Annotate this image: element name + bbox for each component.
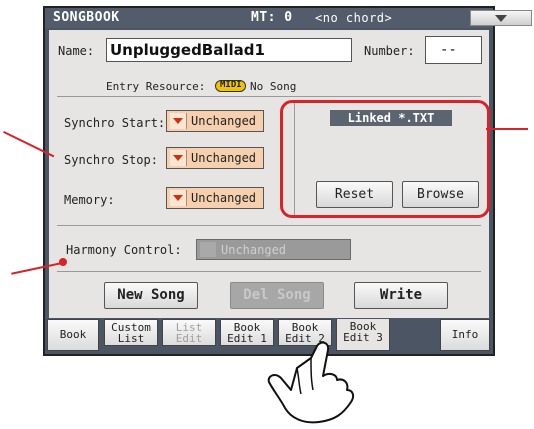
tab-book[interactable]: Book bbox=[47, 319, 99, 351]
number-label: Number: bbox=[364, 44, 415, 58]
chord-display: <no chord> bbox=[315, 11, 393, 25]
del-song-button[interactable]: Del Song bbox=[230, 282, 324, 309]
title-bar: SONGBOOK MT: 0 <no chord> bbox=[45, 8, 532, 28]
number-value: -- bbox=[440, 42, 457, 58]
dropdown-arrow-icon bbox=[170, 190, 187, 206]
divider bbox=[57, 225, 481, 226]
name-label: Name: bbox=[58, 44, 95, 58]
memory-label: Memory: bbox=[64, 193, 115, 207]
dropdown-arrow-icon bbox=[170, 150, 187, 166]
pointing-hand-icon bbox=[267, 341, 355, 424]
entry-resource-label: Entry Resource: bbox=[106, 80, 206, 93]
midi-badge: MIDI bbox=[215, 80, 246, 92]
synchro-stop-label: Synchro Stop: bbox=[64, 153, 158, 167]
dropdown-arrow-icon bbox=[170, 113, 187, 129]
tab-custom-list[interactable]: Custom List bbox=[104, 319, 158, 346]
reset-button[interactable]: Reset bbox=[316, 181, 393, 208]
callout-line bbox=[486, 128, 528, 130]
name-field[interactable]: UnpluggedBallad1 bbox=[106, 38, 352, 62]
page-menu-button[interactable] bbox=[470, 10, 532, 26]
memory-dropdown[interactable]: Unchanged bbox=[166, 187, 264, 209]
entry-resource-value: No Song bbox=[250, 80, 297, 93]
harmony-control-label: Harmony Control: bbox=[66, 243, 182, 257]
write-button[interactable]: Write bbox=[354, 282, 448, 309]
tab-info[interactable]: Info bbox=[440, 319, 490, 351]
master-transpose: MT: 0 bbox=[251, 10, 293, 25]
divider bbox=[57, 271, 481, 272]
divider bbox=[57, 96, 481, 97]
synchro-stop-dropdown[interactable]: Unchanged bbox=[166, 147, 264, 169]
new-song-button[interactable]: New Song bbox=[104, 282, 198, 309]
harmony-control-dropdown[interactable]: Unchanged bbox=[196, 239, 351, 260]
number-field[interactable]: -- bbox=[425, 36, 482, 64]
linked-txt-title: Linked *.TXT bbox=[330, 110, 452, 126]
mode-title: SONGBOOK bbox=[53, 10, 120, 25]
synchro-start-label: Synchro Start: bbox=[64, 116, 166, 130]
tab-spacer bbox=[393, 319, 439, 351]
dropdown-arrow-icon bbox=[200, 242, 216, 257]
tab-list-edit[interactable]: List Edit bbox=[162, 319, 216, 346]
browse-button[interactable]: Browse bbox=[402, 181, 479, 208]
synchro-start-dropdown[interactable]: Unchanged bbox=[166, 110, 264, 132]
name-value: UnpluggedBallad1 bbox=[110, 41, 265, 59]
